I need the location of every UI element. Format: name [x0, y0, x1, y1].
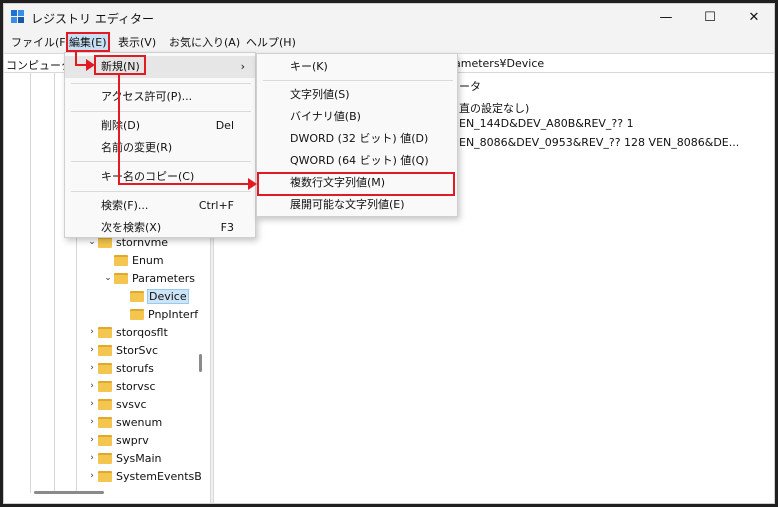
- menu-bar: ファイル(F) 編集(E) 表示(V) お気に入り(A) ヘルプ(H): [4, 31, 774, 53]
- chevron-right-icon[interactable]: ›: [86, 417, 98, 427]
- submenu-item-key[interactable]: キー(K): [257, 56, 457, 78]
- tree-item-enum[interactable]: Enum: [102, 251, 164, 269]
- submenu-item-expandable-string-value[interactable]: 展開可能な文字列値(E): [257, 194, 457, 216]
- value-data-row: EN_144D&DEV_A80B&REV_?? 1: [459, 117, 634, 130]
- window-title: レジストリ エディター: [31, 12, 154, 26]
- tree-item-svsvc[interactable]: › svsvc: [86, 395, 146, 413]
- tree-item-storqosflt[interactable]: › storqosflt: [86, 323, 168, 341]
- chevron-down-icon[interactable]: ⌄: [102, 273, 114, 283]
- annotation-highlight-edit-menu: [66, 32, 110, 52]
- folder-icon: [98, 434, 112, 446]
- folder-icon: [114, 272, 128, 284]
- folder-icon: [98, 470, 112, 482]
- menu-separator: [71, 83, 251, 84]
- tree-item-swprv[interactable]: › swprv: [86, 431, 149, 449]
- tree-item-device[interactable]: Device: [118, 287, 189, 305]
- value-data-default: 直の設定なし): [459, 102, 530, 115]
- tree-guide-line: [30, 73, 31, 493]
- folder-open-icon: [130, 290, 144, 302]
- minimize-icon: —: [659, 10, 673, 25]
- menu-separator: [263, 80, 453, 81]
- edit-menu-dropdown: 新規(N) › アクセス許可(P)... 削除(D) Del 名前の変更(R) …: [64, 52, 256, 238]
- maximize-icon: ☐: [704, 10, 716, 25]
- menu-item-find[interactable]: 検索(F)... Ctrl+F: [65, 195, 255, 217]
- tree-item-storvsc[interactable]: › storvsc: [86, 377, 155, 395]
- menu-file[interactable]: ファイル(F): [11, 34, 70, 51]
- menu-view[interactable]: 表示(V): [118, 34, 156, 51]
- chevron-right-icon[interactable]: ›: [86, 435, 98, 445]
- menu-favorites[interactable]: お気に入り(A): [169, 34, 240, 51]
- menu-help[interactable]: ヘルプ(H): [246, 34, 296, 51]
- registry-editor-app-icon: [11, 10, 24, 23]
- folder-icon: [98, 326, 112, 338]
- close-icon: ✕: [748, 10, 760, 25]
- folder-icon: [98, 362, 112, 374]
- minimize-button[interactable]: —: [644, 4, 688, 31]
- menu-item-find-next[interactable]: 次を検索(X) F3: [65, 217, 255, 239]
- submenu-item-binary-value[interactable]: バイナリ値(B): [257, 106, 457, 128]
- close-button[interactable]: ✕: [732, 4, 774, 31]
- menu-item-rename[interactable]: 名前の変更(R): [65, 137, 255, 159]
- chevron-right-icon[interactable]: ›: [86, 363, 98, 373]
- folder-icon: [98, 416, 112, 428]
- annotation-highlight-new-item: [94, 55, 146, 75]
- maximize-button[interactable]: ☐: [688, 4, 732, 31]
- registry-editor-window: レジストリ エディター — ☐ ✕ ファイル(F) 編集(E) 表示(V) お気…: [3, 3, 775, 504]
- annotation-arrow-head-icon: [86, 59, 95, 71]
- menu-item-permissions[interactable]: アクセス許可(P)...: [65, 86, 255, 108]
- submenu-item-qword-value[interactable]: QWORD (64 ビット) 値(Q): [257, 150, 457, 172]
- chevron-right-icon[interactable]: ›: [86, 471, 98, 481]
- annotation-arrow-line: [118, 75, 120, 185]
- title-bar: レジストリ エディター — ☐ ✕: [4, 4, 774, 31]
- folder-icon: [98, 380, 112, 392]
- chevron-right-icon[interactable]: ›: [86, 399, 98, 409]
- tree-item-pnpinterface[interactable]: PnpInterf: [118, 305, 198, 323]
- folder-icon: [130, 308, 144, 320]
- menu-separator: [71, 161, 251, 162]
- tree-item-storufs[interactable]: › storufs: [86, 359, 154, 377]
- address-path-end: ameters¥Device: [454, 57, 545, 70]
- tree-item-storsvc[interactable]: › StorSvc: [86, 341, 158, 359]
- submenu-item-string-value[interactable]: 文字列値(S): [257, 84, 457, 106]
- folder-icon: [98, 398, 112, 410]
- chevron-right-icon: ›: [240, 60, 245, 73]
- column-header-data[interactable]: ータ: [459, 78, 481, 94]
- value-data-row: EN_8086&DEV_0953&REV_?? 128 VEN_8086&DE.…: [459, 136, 740, 149]
- tree-item-swenum[interactable]: › swenum: [86, 413, 162, 431]
- tree-guide-line: [54, 73, 55, 493]
- chevron-right-icon[interactable]: ›: [86, 381, 98, 391]
- chevron-right-icon[interactable]: ›: [86, 453, 98, 463]
- annotation-highlight-multi-string: [257, 172, 455, 196]
- tree-item-parameters[interactable]: ⌄ Parameters: [102, 269, 195, 287]
- tree-item-sysmain[interactable]: › SysMain: [86, 449, 161, 467]
- submenu-item-dword-value[interactable]: DWORD (32 ビット) 値(D): [257, 128, 457, 150]
- folder-icon: [98, 344, 112, 356]
- menu-item-delete[interactable]: 削除(D) Del: [65, 115, 255, 137]
- chevron-right-icon[interactable]: ›: [86, 345, 98, 355]
- menu-separator: [71, 111, 251, 112]
- tree-vertical-scrollbar[interactable]: [199, 354, 202, 372]
- tree-item-systemeventsbroker[interactable]: › SystemEventsB: [86, 467, 202, 485]
- folder-icon: [98, 452, 112, 464]
- folder-icon: [114, 254, 128, 266]
- tree-horizontal-scrollbar[interactable]: [34, 491, 104, 494]
- annotation-arrow-line: [118, 183, 249, 185]
- annotation-arrow-head-icon: [248, 178, 257, 190]
- chevron-right-icon[interactable]: ›: [86, 327, 98, 337]
- menu-separator: [71, 191, 251, 192]
